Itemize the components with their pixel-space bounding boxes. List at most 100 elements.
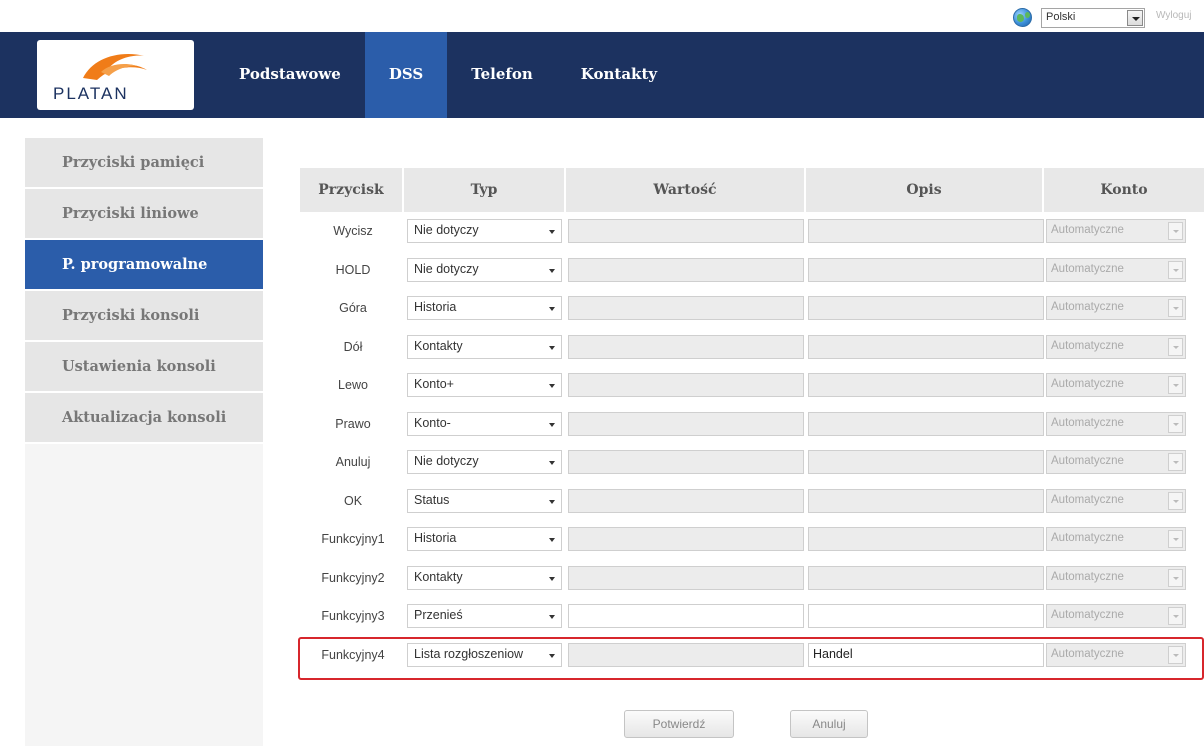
table-row: Lewo Konto+ Automatyczne [300,366,1204,405]
table-header: Przycisk Typ Wartość Opis Konto [300,168,1204,212]
typ-select[interactable]: Status [407,488,562,513]
chevron-down-icon [1168,376,1183,395]
wartosc-input[interactable] [568,219,804,244]
wartosc-input[interactable] [568,334,804,359]
konto-select[interactable]: Automatyczne [1046,411,1186,436]
wartosc-input[interactable] [568,604,804,629]
typ-select[interactable]: Przenieś [407,604,562,629]
cancel-button[interactable]: Anuluj [790,710,868,738]
caret-down-icon [549,576,555,581]
opis-input[interactable] [808,334,1044,359]
table-row: Funkcyjny4 Lista rozgłoszeniow Handel Autom… [300,636,1204,675]
caret-down-icon [549,268,555,273]
sidebar-item[interactable]: Przyciski pamięci [25,138,263,189]
konto-select[interactable]: Automatyczne [1046,604,1186,629]
sidebar-item[interactable]: Przyciski konsoli [25,291,263,342]
konto-select-value: Automatyczne [1051,570,1124,583]
opis-input[interactable] [808,565,1044,590]
konto-select[interactable]: Automatyczne [1046,334,1186,359]
konto-select[interactable]: Automatyczne [1046,219,1186,244]
typ-select[interactable]: Konto+ [407,373,562,398]
typ-select-value: Nie dotyczy [414,261,479,276]
caret-down-icon [549,230,555,235]
wartosc-input[interactable] [568,296,804,321]
wartosc-input[interactable] [568,488,804,513]
wartosc-input[interactable] [568,642,804,667]
button-name: Dół [343,339,363,354]
konto-select-value: Automatyczne [1051,416,1124,429]
nav-item-podstawowe[interactable]: Podstawowe [215,32,365,118]
opis-cell [806,565,1044,590]
typ-select[interactable]: Kontakty [407,334,562,359]
typ-cell: Historia [404,527,566,552]
konto-select[interactable]: Automatyczne [1046,450,1186,475]
konto-select[interactable]: Automatyczne [1046,565,1186,590]
wartosc-input[interactable] [568,527,804,552]
typ-select[interactable]: Konto- [407,411,562,436]
wartosc-cell [566,488,806,513]
typ-select[interactable]: Lista rozgłoszeniow [407,642,562,667]
sidebar-item[interactable]: Aktualizacja konsoli [25,393,263,444]
opis-input[interactable] [808,257,1044,282]
chevron-down-icon [1168,607,1183,626]
language-select[interactable]: Polski [1041,8,1145,28]
button-name: Góra [339,301,367,316]
column-header-konto: Konto [1044,168,1204,212]
opis-input[interactable] [808,450,1044,475]
wartosc-input[interactable] [568,373,804,398]
nav-item-telefon[interactable]: Telefon [447,32,557,118]
wartosc-input[interactable] [568,565,804,590]
opis-input[interactable] [808,296,1044,321]
opis-cell [806,296,1044,321]
table-row: Wycisz Nie dotyczy Automatyczne [300,212,1204,251]
typ-select[interactable]: Nie dotyczy [407,219,562,244]
wartosc-input[interactable] [568,411,804,436]
opis-input[interactable]: Handel [808,642,1044,667]
konto-select-value: Automatyczne [1051,262,1124,275]
typ-select-value: Historia [414,300,457,315]
wartosc-input[interactable] [568,257,804,282]
table-row: Prawo Konto- Automatyczne [300,405,1204,444]
logout-link[interactable]: Wyloguj [1156,10,1204,21]
konto-select[interactable]: Automatyczne [1046,488,1186,513]
konto-select[interactable]: Automatyczne [1046,257,1186,282]
konto-select[interactable]: Automatyczne [1046,296,1186,321]
typ-select[interactable]: Nie dotyczy [407,450,562,475]
table-row: HOLD Nie dotyczy Automatyczne [300,251,1204,290]
konto-select-value: Automatyczne [1051,647,1124,660]
chevron-down-icon [1168,453,1183,472]
chevron-down-icon[interactable] [1127,10,1143,26]
konto-select[interactable]: Automatyczne [1046,527,1186,552]
nav-item-kontakty[interactable]: Kontakty [557,32,681,118]
sidebar-item[interactable]: Przyciski liniowe [25,189,263,240]
konto-select[interactable]: Automatyczne [1046,642,1186,667]
typ-cell: Historia [404,296,566,321]
confirm-button[interactable]: Potwierdź [624,710,734,738]
typ-select[interactable]: Nie dotyczy [407,257,562,282]
nav-item-dss[interactable]: DSS [364,32,448,118]
typ-select[interactable]: Historia [407,296,562,321]
opis-input[interactable] [808,373,1044,398]
caret-down-icon [549,538,555,543]
opis-input[interactable] [808,488,1044,513]
opis-cell [806,488,1044,513]
sidebar-item[interactable]: P. programowalne [25,240,263,291]
table-row: Góra Historia Automatyczne [300,289,1204,328]
caret-down-icon [549,499,555,504]
column-header-opis: Opis [806,168,1044,212]
sidebar-item[interactable]: Ustawienia konsoli [25,342,263,393]
opis-cell [806,373,1044,398]
wartosc-cell [566,219,806,244]
typ-select-value: Kontakty [414,569,463,584]
typ-select[interactable]: Kontakty [407,565,562,590]
wartosc-input[interactable] [568,450,804,475]
opis-input[interactable] [808,604,1044,629]
typ-cell: Nie dotyczy [404,257,566,282]
language-bar: Polski Wyloguj [0,0,1204,32]
opis-input[interactable] [808,411,1044,436]
opis-input[interactable] [808,219,1044,244]
table-row: OK Status Automatyczne [300,482,1204,521]
opis-input[interactable] [808,527,1044,552]
typ-select[interactable]: Historia [407,527,562,552]
konto-select[interactable]: Automatyczne [1046,373,1186,398]
